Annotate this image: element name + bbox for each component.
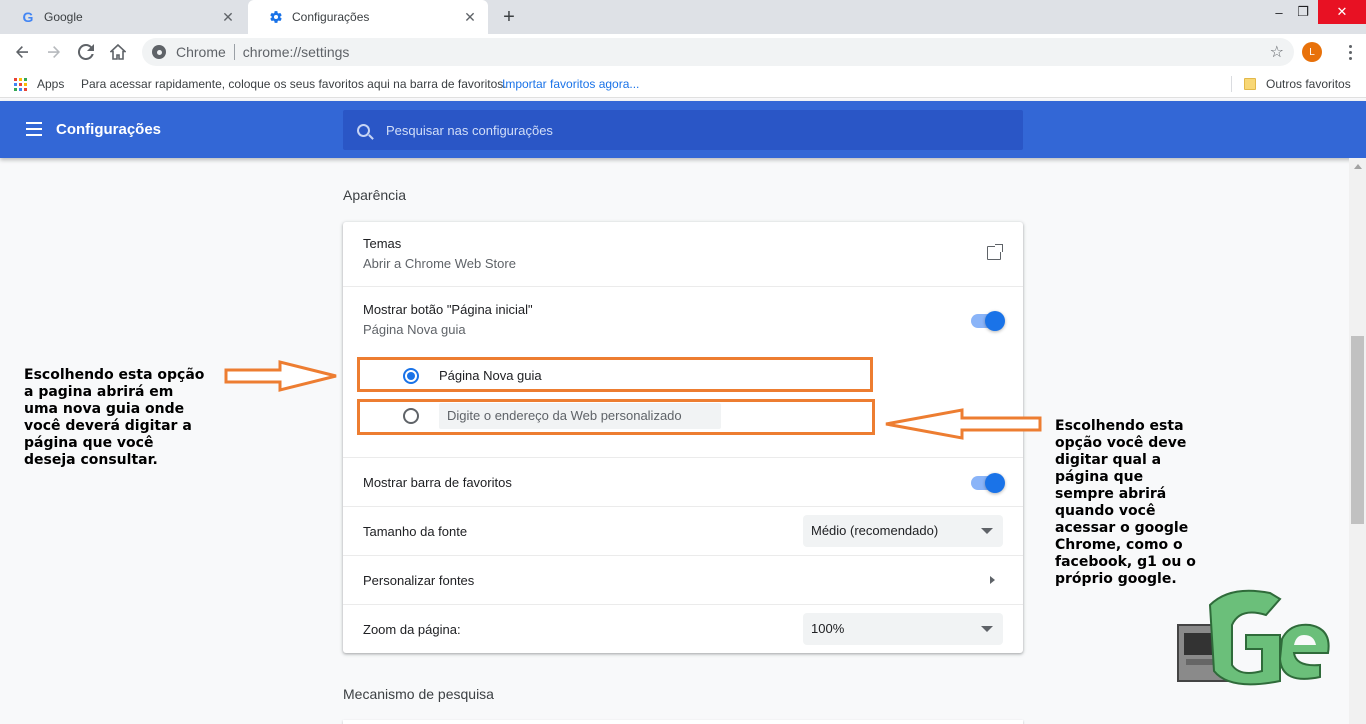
bookmarks-divider [1231,76,1232,92]
arrow-right-icon [48,46,60,58]
themes-sublabel: Abrir a Chrome Web Store [363,256,516,271]
custom-fonts-row[interactable]: Personalizar fontes [343,555,1023,604]
bookmarks-bar-row: Mostrar barra de favoritos [343,457,1023,506]
chrome-icon [152,45,166,59]
section-title-appearance: Aparência [343,187,407,203]
font-size-label: Tamanho da fonte [363,524,468,539]
zoom-row: Zoom da página: 100% [343,604,1023,653]
address-bar[interactable]: Chrome chrome://settings ☆ [142,38,1294,66]
zoom-select[interactable]: 100% [803,613,1003,645]
apps-shortcut[interactable]: Apps [14,77,64,91]
scroll-up-arrow[interactable] [1349,158,1366,175]
watermark-logo-icon [1177,589,1330,686]
apps-grid-icon [14,77,27,91]
font-size-row: Tamanho da fonte Médio (recomendado) [343,506,1023,555]
other-bookmarks-label: Outros favoritos [1266,77,1351,91]
chevron-down-icon [981,528,993,534]
bookmark-star-icon[interactable]: ☆ [1270,42,1284,62]
font-size-select[interactable]: Médio (recomendado) [803,515,1003,547]
profile-avatar[interactable]: L [1302,42,1322,62]
home-button[interactable] [106,40,130,64]
bookmarks-bar: Apps Para acessar rapidamente, coloque o… [0,70,1366,98]
section-title-search-engine: Mecanismo de pesquisa [343,686,494,702]
chevron-right-icon [990,576,995,584]
search-icon [357,123,370,137]
bookmarks-bar-toggle[interactable] [971,473,1005,493]
home-button-label: Mostrar botão "Página inicial" [363,302,533,317]
font-size-value: Médio (recomendado) [811,523,939,538]
toolbar: Chrome chrome://settings ☆ L [0,34,1366,70]
themes-label: Temas [363,236,402,251]
back-button[interactable] [10,40,34,64]
zoom-value: 100% [811,621,845,636]
address-chip: Chrome [176,44,235,60]
tab-configuracoes[interactable]: Configurações ✕ [248,0,488,34]
highlight-box-custom-url [357,399,875,435]
scrollbar-thumb[interactable] [1351,336,1364,524]
search-engine-card [343,720,1023,724]
google-icon: G [22,9,34,25]
apps-label: Apps [37,77,65,91]
close-icon[interactable]: ✕ [462,9,478,25]
home-button-sublabel: Página Nova guia [363,322,466,337]
other-bookmarks[interactable]: Outros favoritos [1244,77,1351,91]
arrow-left-annotation [885,408,1042,440]
arrow-right-annotation [224,360,337,392]
chevron-down-icon [981,626,993,632]
tab-strip: G Google ✕ Configurações ✕ + – ❐ ✕ [0,0,1366,34]
settings-header: Configurações [0,101,1366,158]
page-title: Configurações [56,121,162,138]
forward-button[interactable] [42,40,66,64]
address-url: chrome://settings [242,44,350,60]
annotation-right: Escolhendo esta opção você deve digitar … [1055,418,1196,587]
settings-search[interactable] [343,110,1023,150]
open-external-icon[interactable] [987,244,1003,260]
highlight-box-new-tab [357,357,873,392]
tab-google[interactable]: G Google ✕ [0,0,246,34]
search-input[interactable] [386,122,986,138]
arrow-left-icon [16,46,28,58]
folder-icon [1244,78,1256,90]
import-bookmarks-link[interactable]: Importar favoritos agora... [502,77,639,91]
close-icon[interactable]: ✕ [220,9,236,25]
window-close-button[interactable]: ✕ [1318,0,1366,24]
tab-title: Configurações [292,10,370,24]
chrome-menu-icon[interactable] [1338,40,1362,64]
gear-icon [268,9,284,25]
custom-fonts-label: Personalizar fontes [363,573,475,588]
annotation-left: Escolhendo esta opção a pagina abrirá em… [24,367,205,468]
bookmarks-hint: Para acessar rapidamente, coloque os seu… [81,77,507,91]
themes-row[interactable]: Temas Abrir a Chrome Web Store [343,222,1023,286]
reload-icon [78,44,94,60]
home-icon [110,44,126,60]
home-button-toggle[interactable] [971,311,1005,331]
zoom-label: Zoom da página: [363,622,461,637]
reload-button[interactable] [74,40,98,64]
tab-title: Google [44,10,83,24]
bookmarks-bar-label: Mostrar barra de favoritos [363,475,512,490]
new-tab-button[interactable]: + [498,6,520,28]
menu-icon[interactable] [26,122,42,136]
